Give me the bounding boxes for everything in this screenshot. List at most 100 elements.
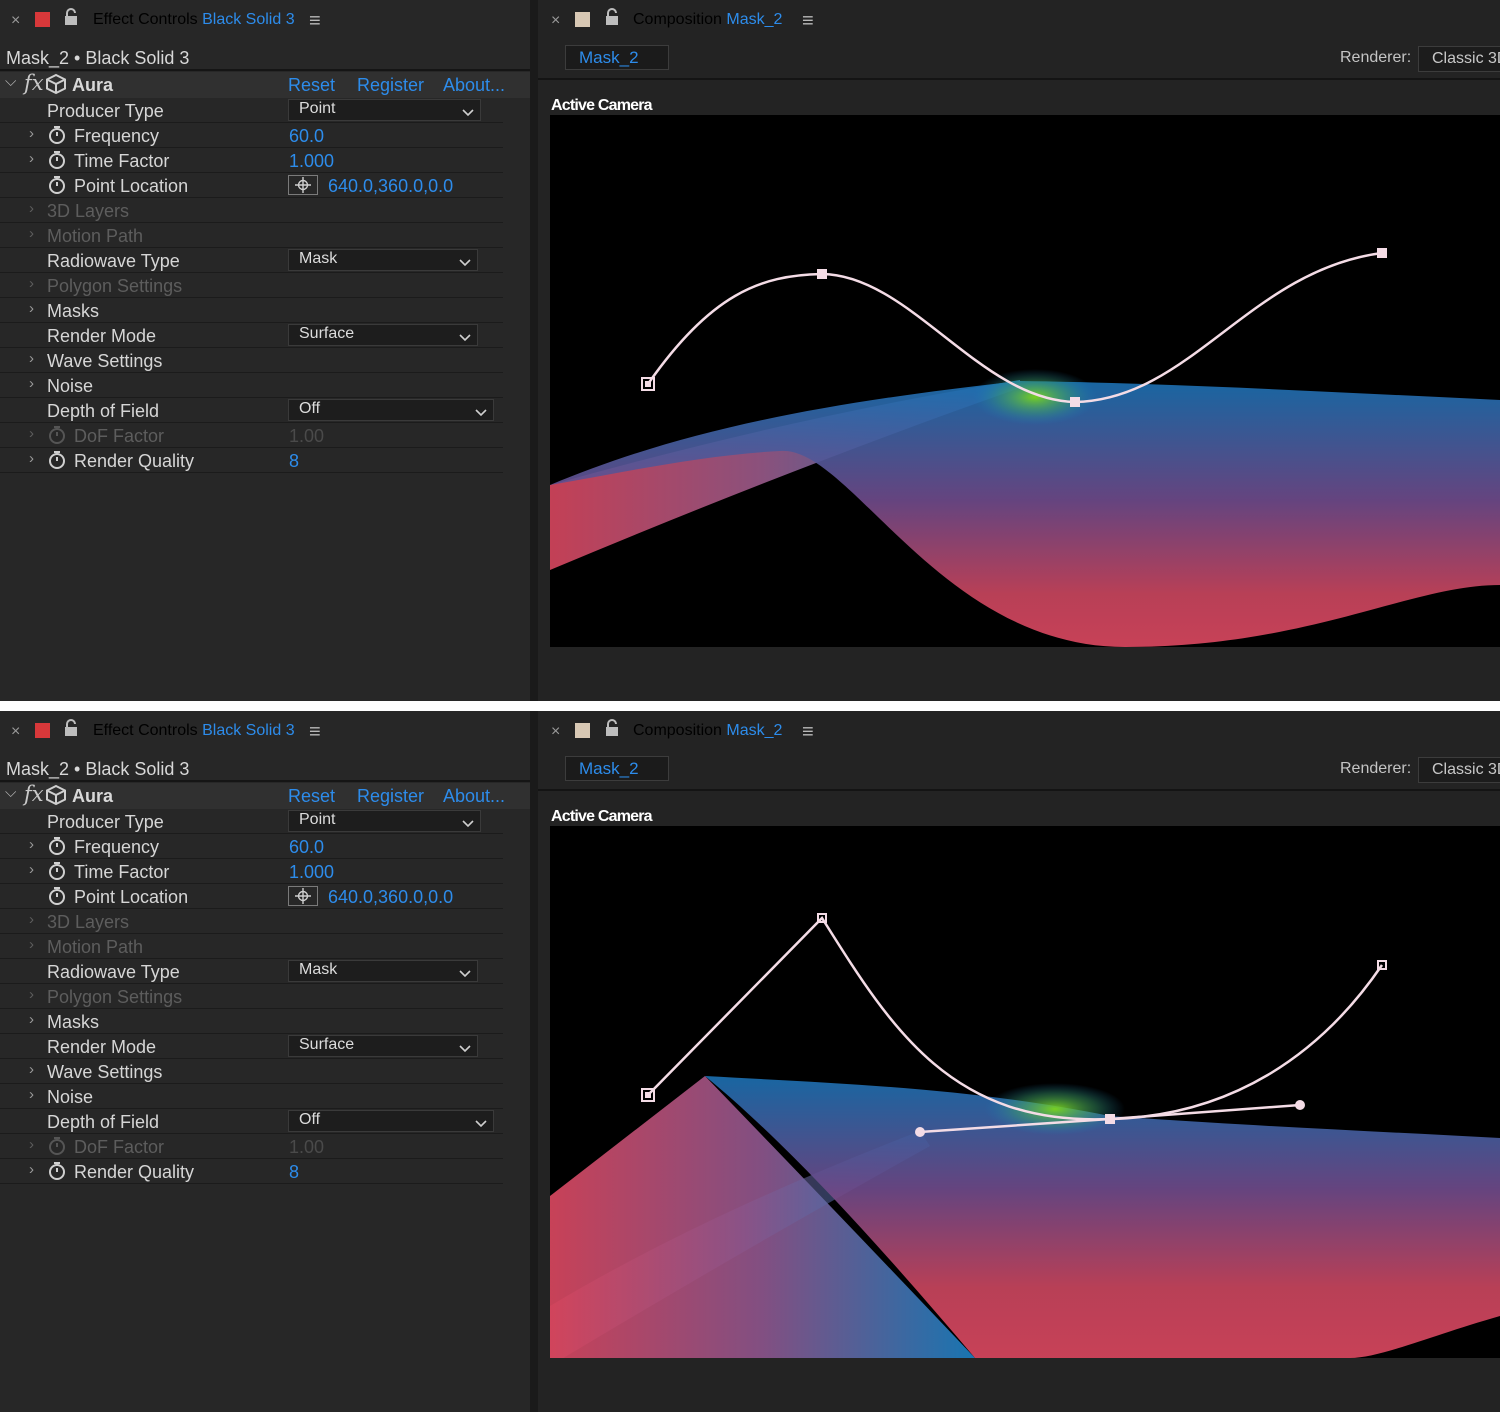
chevron-right-icon[interactable]: › bbox=[29, 275, 34, 292]
lock-icon[interactable] bbox=[64, 719, 78, 742]
radiowave-type-dropdown[interactable]: Mask bbox=[288, 960, 478, 982]
lock-icon[interactable] bbox=[64, 8, 78, 31]
property-noise: › Noise bbox=[0, 1084, 503, 1109]
producer-type-dropdown[interactable]: Point bbox=[288, 99, 481, 121]
reset-link[interactable]: Reset bbox=[288, 786, 335, 807]
close-panel-icon[interactable]: × bbox=[11, 723, 20, 741]
panel-title[interactable]: Composition Mask_2 bbox=[633, 722, 782, 740]
fx-icon[interactable]: fx bbox=[24, 782, 44, 806]
lock-icon[interactable] bbox=[605, 719, 619, 742]
chevron-right-icon[interactable]: › bbox=[29, 200, 34, 217]
chevron-right-icon[interactable]: › bbox=[29, 125, 34, 142]
property-masks: › Masks bbox=[0, 1009, 503, 1034]
chevron-right-icon[interactable]: › bbox=[29, 911, 34, 928]
render-mode-dropdown[interactable]: Surface bbox=[288, 324, 478, 346]
time-factor-value[interactable]: 1.000 bbox=[289, 151, 334, 172]
renderer-label: Renderer: bbox=[1340, 49, 1412, 66]
chevron-right-icon[interactable]: › bbox=[29, 1161, 34, 1178]
property-point-location: Point Location 640.0,360.0,0.0 bbox=[0, 884, 503, 909]
render-quality-value[interactable]: 8 bbox=[289, 1162, 299, 1183]
stopwatch-icon[interactable] bbox=[48, 450, 66, 475]
point-location-value[interactable]: 640.0,360.0,0.0 bbox=[328, 176, 453, 197]
effect-controls-panel: × Effect Controls Black Solid 3 ≡ Mask_2… bbox=[0, 0, 530, 701]
property-depth-of-field: Depth of Field Off bbox=[0, 1109, 503, 1134]
stopwatch-icon[interactable] bbox=[48, 125, 66, 150]
label-color-swatch[interactable] bbox=[35, 723, 50, 738]
chevron-right-icon[interactable]: › bbox=[29, 1061, 34, 1078]
close-panel-icon[interactable]: × bbox=[551, 12, 560, 30]
producer-type-dropdown[interactable]: Point bbox=[288, 810, 481, 832]
chevron-right-icon[interactable]: › bbox=[29, 836, 34, 853]
chevron-right-icon[interactable]: › bbox=[29, 300, 34, 317]
renderer-dropdown[interactable]: Classic 3D bbox=[1418, 757, 1500, 783]
panel-title[interactable]: Effect Controls Black Solid 3 bbox=[93, 722, 295, 740]
about-link[interactable]: About... bbox=[443, 786, 505, 807]
composition-tab[interactable]: Mask_2 bbox=[565, 45, 669, 70]
panel-title[interactable]: Effect Controls Black Solid 3 bbox=[93, 11, 295, 29]
crosshair-icon[interactable] bbox=[288, 886, 318, 906]
register-link[interactable]: Register bbox=[357, 75, 424, 96]
composition-viewer[interactable] bbox=[550, 115, 1500, 647]
chevron-right-icon[interactable]: › bbox=[29, 225, 34, 242]
register-link[interactable]: Register bbox=[357, 786, 424, 807]
label-color-swatch[interactable] bbox=[575, 12, 590, 27]
reset-link[interactable]: Reset bbox=[288, 75, 335, 96]
composition-tab[interactable]: Mask_2 bbox=[565, 756, 669, 781]
renderer-dropdown[interactable]: Classic 3D bbox=[1418, 46, 1500, 72]
radiowave-type-dropdown[interactable]: Mask bbox=[288, 249, 478, 271]
divider bbox=[538, 78, 1500, 80]
close-panel-icon[interactable]: × bbox=[551, 723, 560, 741]
chevron-right-icon[interactable]: › bbox=[29, 450, 34, 467]
crosshair-icon[interactable] bbox=[288, 175, 318, 195]
chevron-down-icon[interactable]: ⌵ bbox=[5, 784, 16, 801]
stopwatch-icon[interactable] bbox=[48, 175, 66, 200]
chevron-right-icon[interactable]: › bbox=[29, 1011, 34, 1028]
property-label: Render Mode bbox=[47, 326, 157, 346]
property-label: Producer Type bbox=[47, 101, 164, 121]
lock-icon[interactable] bbox=[605, 8, 619, 31]
chevron-right-icon[interactable]: › bbox=[29, 986, 34, 1003]
stopwatch-icon[interactable] bbox=[48, 836, 66, 861]
point-location-value[interactable]: 640.0,360.0,0.0 bbox=[328, 887, 453, 908]
stopwatch-icon[interactable] bbox=[48, 886, 66, 911]
panel-menu-icon[interactable]: ≡ bbox=[802, 721, 814, 744]
frequency-value[interactable]: 60.0 bbox=[289, 126, 324, 147]
composition-viewer[interactable] bbox=[550, 826, 1500, 1358]
chevron-right-icon[interactable]: › bbox=[29, 861, 34, 878]
label-color-swatch[interactable] bbox=[35, 12, 50, 27]
panel-title[interactable]: Composition Mask_2 bbox=[633, 11, 782, 29]
frequency-value[interactable]: 60.0 bbox=[289, 837, 324, 858]
effect-header[interactable]: ⌵ fx Aura Reset Register About... bbox=[0, 71, 530, 98]
chevron-right-icon[interactable]: › bbox=[29, 150, 34, 167]
chevron-right-icon[interactable]: › bbox=[29, 936, 34, 953]
panel-menu-icon[interactable]: ≡ bbox=[309, 721, 321, 744]
chevron-right-icon[interactable]: › bbox=[29, 1136, 34, 1153]
render-quality-value[interactable]: 8 bbox=[289, 451, 299, 472]
stopwatch-icon[interactable] bbox=[48, 1161, 66, 1186]
about-link[interactable]: About... bbox=[443, 75, 505, 96]
panel-menu-icon[interactable]: ≡ bbox=[802, 10, 814, 33]
stopwatch-icon[interactable] bbox=[48, 150, 66, 175]
chevron-right-icon[interactable]: › bbox=[29, 375, 34, 392]
depth-of-field-dropdown[interactable]: Off bbox=[288, 1110, 494, 1132]
label-color-swatch[interactable] bbox=[575, 723, 590, 738]
depth-of-field-dropdown[interactable]: Off bbox=[288, 399, 494, 421]
chevron-right-icon[interactable]: › bbox=[29, 350, 34, 367]
property-label: Render Quality bbox=[74, 1162, 195, 1182]
panel-divider[interactable] bbox=[530, 711, 538, 1412]
panel-menu-icon[interactable]: ≡ bbox=[309, 10, 321, 33]
render-mode-dropdown[interactable]: Surface bbox=[288, 1035, 478, 1057]
chevron-down-icon bbox=[459, 329, 471, 347]
stopwatch-icon[interactable] bbox=[48, 861, 66, 886]
chevron-right-icon[interactable]: › bbox=[29, 425, 34, 442]
close-panel-icon[interactable]: × bbox=[11, 12, 20, 30]
stopwatch-icon bbox=[48, 425, 66, 450]
dropdown-value: Surface bbox=[299, 1036, 355, 1053]
panel-divider[interactable] bbox=[530, 0, 538, 701]
chevron-right-icon[interactable]: › bbox=[29, 1086, 34, 1103]
fx-icon[interactable]: fx bbox=[24, 71, 44, 95]
time-factor-value[interactable]: 1.000 bbox=[289, 862, 334, 883]
chevron-down-icon[interactable]: ⌵ bbox=[5, 73, 16, 90]
effect-header[interactable]: ⌵ fx Aura Reset Register About... bbox=[0, 782, 530, 809]
panel-title-label: Effect Controls bbox=[93, 11, 198, 28]
